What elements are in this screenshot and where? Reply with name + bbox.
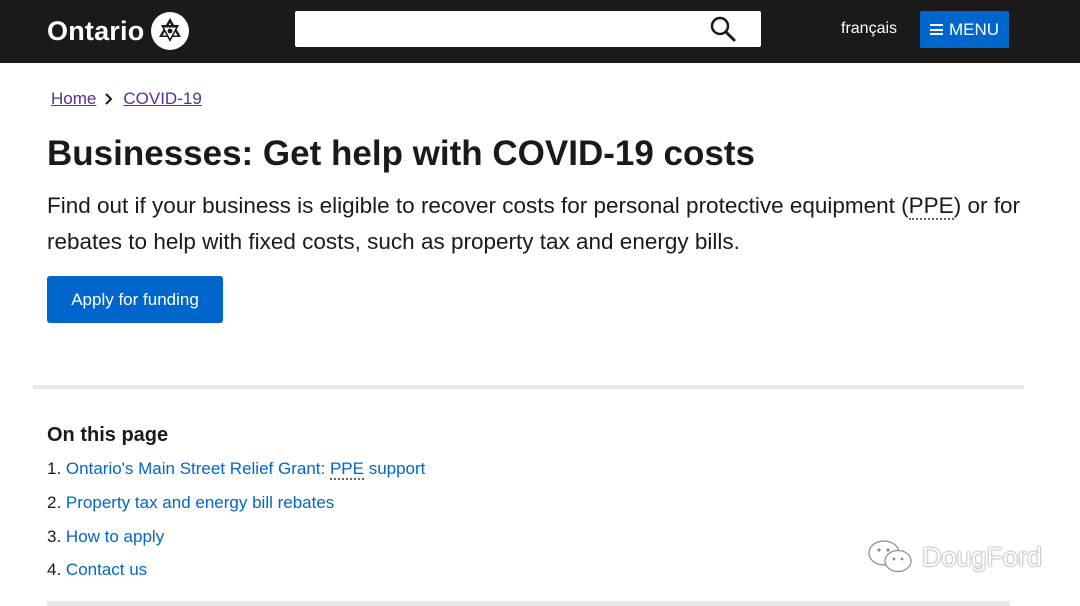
list-item: 3. How to apply	[47, 524, 425, 558]
list-number: 1.	[47, 459, 62, 478]
section-divider	[33, 385, 1024, 389]
search-input[interactable]	[295, 11, 715, 47]
ppe-abbreviation[interactable]: PPE	[908, 193, 954, 220]
section-divider	[47, 601, 1010, 606]
list-number: 3.	[47, 526, 62, 546]
list-number: 4.	[47, 560, 62, 580]
list-item: 2. Property tax and energy bill rebates	[47, 490, 425, 524]
hamburger-icon	[929, 22, 943, 38]
apply-for-funding-button[interactable]: Apply for funding	[47, 276, 223, 323]
menu-label: MENU	[948, 19, 1000, 39]
toc-link-relief-grant[interactable]: Ontario's Main Street Relief Grant: PPE …	[66, 459, 425, 480]
menu-button[interactable]: MENU	[920, 11, 1009, 48]
toc-link-text: support	[363, 459, 426, 478]
chevron-right-icon	[105, 93, 113, 105]
list-item: 4. Contact us	[47, 557, 425, 591]
page-title: Businesses: Get help with COVID-19 costs	[47, 134, 755, 173]
breadcrumb-home-link[interactable]: Home	[51, 89, 96, 109]
watermark-text: DougFord	[922, 541, 1043, 572]
language-toggle-link[interactable]: français	[841, 20, 897, 38]
list-item: 1. Ontario's Main Street Relief Grant: P…	[47, 456, 425, 490]
trillium-icon	[151, 12, 190, 50]
breadcrumb-covid-link[interactable]: COVID-19	[123, 89, 201, 109]
logo-text: Ontario	[47, 15, 145, 46]
watermark: DougFord	[866, 538, 1042, 576]
toc-link-rebates[interactable]: Property tax and energy bill rebates	[66, 493, 334, 512]
lead-paragraph: Find out if your business is eligible to…	[47, 188, 1027, 260]
toc-link-contact-us[interactable]: Contact us	[66, 560, 147, 579]
ontario-logo[interactable]: Ontario	[47, 11, 190, 51]
site-header: Ontario français MENU	[0, 0, 1080, 63]
toc-link-text: Ontario's Main Street Relief Grant:	[65, 459, 330, 478]
lead-text-start: Find out if your business is eligible to…	[47, 193, 909, 218]
list-number: 2.	[47, 492, 62, 512]
search-icon[interactable]	[709, 15, 737, 43]
wechat-icon	[868, 540, 912, 573]
on-this-page-heading: On this page	[47, 424, 169, 446]
search-box	[295, 11, 761, 47]
breadcrumb: Home COVID-19	[51, 89, 202, 109]
ppe-abbreviation: PPE	[329, 459, 364, 480]
on-this-page-list: 1. Ontario's Main Street Relief Grant: P…	[47, 456, 425, 591]
toc-link-how-to-apply[interactable]: How to apply	[66, 527, 164, 546]
